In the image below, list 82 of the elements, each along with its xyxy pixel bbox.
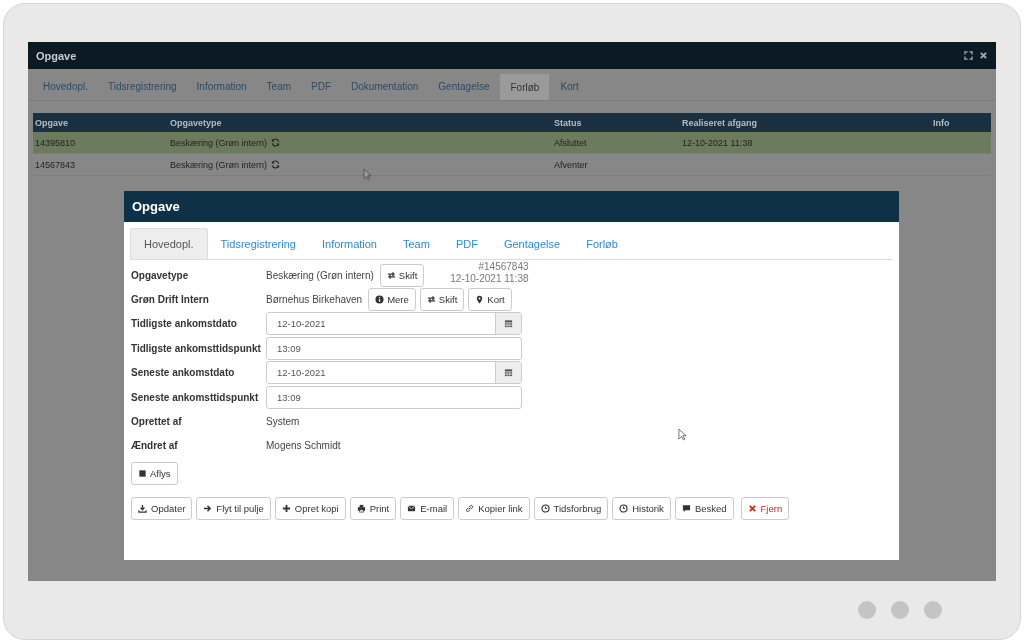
refresh-icon[interactable]: [271, 160, 281, 169]
field-label: Grøn Drift Intern: [131, 294, 210, 306]
field-value: Børnehus Birkehaven: [266, 294, 363, 306]
column-header: Realiseret afgang: [681, 117, 759, 128]
mouse-pointer-icon: [363, 168, 372, 181]
download-icon: [138, 503, 147, 513]
close-icon: [747, 503, 757, 513]
tab[interactable]: Forløb: [499, 73, 551, 100]
table-cell: 12-10-2021 11:38: [682, 137, 753, 148]
time-field[interactable]: 13:09: [266, 336, 522, 360]
field-label: Seneste ankomsttidspunkt: [131, 391, 260, 403]
table-cell: 14567843: [35, 159, 76, 170]
link-icon: [465, 503, 475, 513]
action-button[interactable]: Kopier link: [458, 496, 530, 520]
table-cell: Afventer: [554, 159, 588, 170]
task-meta: 12-10-2021 11:38: [450, 273, 529, 286]
tab[interactable]: Team: [390, 228, 443, 259]
action-button[interactable]: E-mail: [400, 496, 455, 520]
small-button[interactable]: Skift: [379, 263, 425, 287]
field-label: Oprettet af: [131, 416, 183, 428]
dot-icon: [924, 601, 942, 619]
mail-icon: [407, 503, 417, 513]
task-meta: #14567843: [478, 261, 529, 274]
tab[interactable]: Information: [308, 228, 390, 259]
date-field[interactable]: 12-10-2021: [266, 361, 522, 385]
stop-icon: [138, 468, 147, 478]
action-button[interactable]: Fjern: [740, 496, 790, 520]
plus-icon: [281, 503, 291, 513]
close-icon[interactable]: [979, 51, 988, 60]
dialog-title: Opgave: [132, 199, 180, 214]
tab[interactable]: PDF: [442, 228, 491, 259]
swap-icon: [426, 295, 436, 305]
tab[interactable]: Tidsregistrering: [207, 228, 309, 259]
swap-icon: [386, 270, 396, 280]
calendar-icon[interactable]: [504, 368, 513, 378]
field-value: Mogens Schmidt: [266, 440, 341, 452]
clock-icon: [540, 503, 550, 513]
field-label: Opgavetype: [131, 269, 190, 281]
expand-icon[interactable]: [964, 51, 973, 60]
small-button[interactable]: Skift: [419, 288, 465, 312]
field-label: Tidligste ankomstdato: [131, 318, 238, 330]
info-icon: [375, 295, 385, 305]
action-button[interactable]: Opret kopi: [274, 496, 346, 520]
table-cell: Afsluttet: [554, 137, 587, 148]
small-button[interactable]: Mere: [368, 288, 416, 312]
table-row[interactable]: 14395810 Beskæring (Grøn intern) Afsluttet 12-10-2021 11:38: [33, 132, 991, 154]
column-header: Status: [553, 117, 583, 128]
action-button[interactable]: Print: [349, 496, 397, 520]
field-value: System: [266, 416, 300, 428]
tab[interactable]: Gentagelse: [490, 228, 574, 259]
clock-icon: [619, 503, 629, 513]
map-pin-icon: [475, 295, 485, 305]
column-header: Opgavetype: [169, 117, 223, 128]
table-cell: Beskæring (Grøn intern): [170, 137, 268, 148]
field-label: Tidligste ankomsttidspunkt: [131, 342, 262, 354]
action-button[interactable]: Besked: [674, 496, 734, 520]
window-title: Opgave: [36, 49, 78, 62]
action-button[interactable]: Tidsforbrug: [533, 496, 609, 520]
action-button[interactable]: Historik: [612, 496, 671, 520]
action-button[interactable]: Flyt til pulje: [196, 496, 271, 520]
refresh-icon[interactable]: [271, 138, 281, 147]
cancel-button[interactable]: Aflys: [131, 461, 178, 485]
dot-icon: [891, 601, 909, 619]
column-header: Opgave: [34, 117, 69, 128]
table-cell: 14395810: [35, 137, 76, 148]
print-icon: [356, 503, 366, 513]
table-cell: Beskæring (Grøn intern): [170, 159, 268, 170]
column-header: Info: [932, 117, 951, 128]
field-label: Seneste ankomstdato: [131, 367, 236, 379]
time-field[interactable]: 13:09: [266, 385, 522, 409]
date-field[interactable]: 12-10-2021: [266, 312, 522, 336]
small-button[interactable]: Kort: [468, 288, 512, 312]
tab[interactable]: Forløb: [573, 228, 631, 259]
tab[interactable]: Hovedopl.: [130, 228, 208, 259]
arrow-right-icon: [203, 503, 213, 513]
mouse-pointer-icon: [678, 428, 687, 441]
calendar-icon[interactable]: [504, 319, 513, 329]
field-label: Ændret af: [131, 440, 179, 452]
comment-icon: [681, 503, 691, 513]
dot-icon: [858, 601, 876, 619]
action-button[interactable]: Opdater: [131, 496, 193, 520]
field-value: Beskæring (Grøn intern): [266, 269, 374, 281]
